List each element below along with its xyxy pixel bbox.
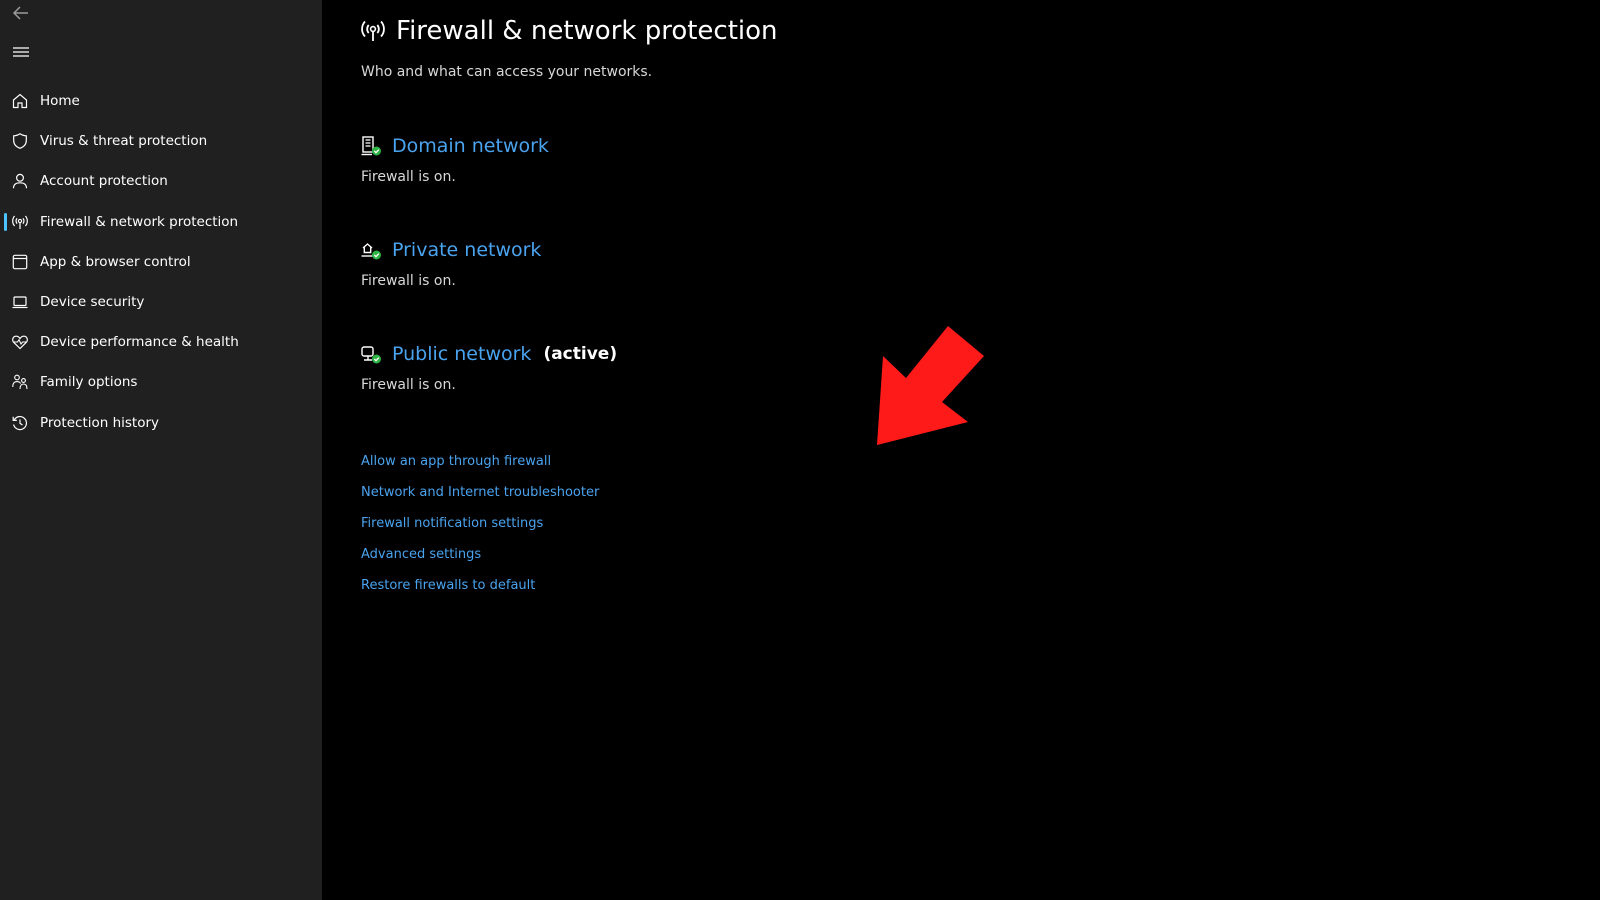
sidebar-item-label: Device security (40, 294, 145, 311)
app-window-icon (11, 253, 29, 271)
main-content: Firewall & network protection Who and wh… (322, 0, 1600, 900)
home-icon (11, 92, 29, 110)
advanced-settings-link[interactable]: Advanced settings (361, 547, 599, 578)
shield-icon (11, 132, 29, 150)
sidebar-item-app-browser[interactable]: App & browser control (0, 242, 322, 282)
allow-app-link[interactable]: Allow an app through firewall (361, 454, 599, 485)
hamburger-menu-icon (13, 47, 29, 57)
private-network-icon (361, 243, 381, 260)
notification-settings-link[interactable]: Firewall notification settings (361, 516, 599, 547)
sidebar-item-home[interactable]: Home (0, 81, 322, 121)
domain-network-status: Firewall is on. (361, 169, 456, 185)
active-badge: (active) (543, 344, 618, 364)
domain-network-section: Domain network Firewall is on. (360, 133, 549, 185)
troubleshooter-link[interactable]: Network and Internet troubleshooter (361, 485, 599, 516)
menu-button[interactable] (11, 44, 31, 60)
public-network-status: Firewall is on. (361, 377, 456, 393)
wireless-antenna-icon (11, 213, 29, 231)
public-network-section: Public network (active) Firewall is on. (360, 341, 617, 393)
wireless-antenna-icon (361, 20, 385, 41)
sidebar-item-label: Family options (40, 374, 138, 391)
sidebar-item-label: Device performance & health (40, 334, 239, 351)
heart-pulse-icon (11, 333, 29, 351)
back-arrow-icon (12, 6, 28, 20)
firewall-links: Allow an app through firewall Network an… (361, 454, 599, 609)
public-network-icon (361, 346, 381, 364)
sidebar-item-virus-threat[interactable]: Virus & threat protection (0, 121, 322, 161)
public-network-link[interactable]: Public network (392, 343, 531, 365)
sidebar-item-device-performance[interactable]: Device performance & health (0, 322, 322, 362)
restore-defaults-link[interactable]: Restore firewalls to default (361, 578, 599, 609)
sidebar-item-label: Account protection (40, 173, 168, 190)
sidebar-item-label: Protection history (40, 414, 160, 431)
sidebar-item-family-options[interactable]: Family options (0, 362, 322, 402)
laptop-icon (11, 293, 29, 311)
sidebar-item-protection-history[interactable]: Protection history (0, 403, 322, 443)
private-network-link[interactable]: Private network (392, 239, 541, 261)
sidebar-item-label: Home (40, 93, 80, 110)
sidebar-item-label: App & browser control (40, 253, 191, 270)
page-header: Firewall & network protection (360, 16, 778, 46)
private-network-section: Private network Firewall is on. (360, 237, 541, 289)
sidebar-item-account-protection[interactable]: Account protection (0, 161, 322, 201)
sidebar: Home Virus & threat protection Account p… (0, 0, 322, 900)
annotation-arrow-icon (877, 326, 984, 445)
sidebar-nav: Home Virus & threat protection Account p… (0, 81, 322, 443)
domain-network-link[interactable]: Domain network (392, 135, 549, 157)
sidebar-item-firewall[interactable]: Firewall & network protection (0, 202, 322, 242)
page-title: Firewall & network protection (396, 16, 778, 46)
sidebar-item-device-security[interactable]: Device security (0, 282, 322, 322)
sidebar-item-label: Firewall & network protection (40, 213, 239, 230)
private-network-status: Firewall is on. (361, 273, 456, 289)
history-icon (11, 414, 29, 432)
back-button[interactable] (10, 3, 32, 23)
family-icon (11, 373, 29, 391)
sidebar-item-label: Virus & threat protection (40, 133, 208, 150)
domain-network-icon (361, 136, 381, 156)
person-icon (11, 172, 29, 190)
page-subtitle: Who and what can access your networks. (361, 64, 653, 80)
